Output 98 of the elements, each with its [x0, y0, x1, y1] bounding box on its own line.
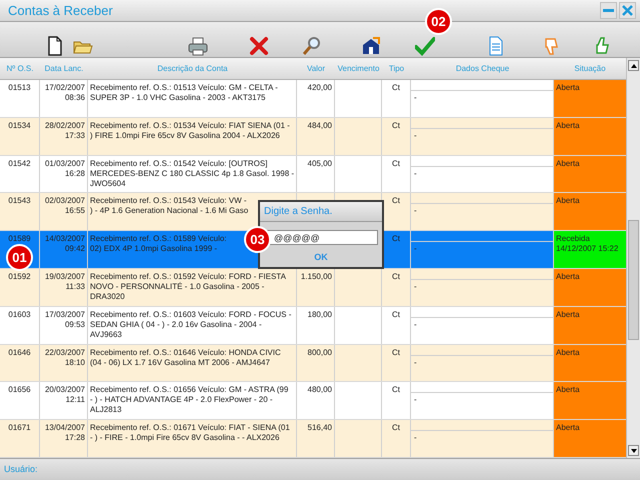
description-line: DRA3020 — [90, 292, 125, 302]
table-cell: 405,00 — [308, 158, 332, 168]
table-cell: 01589 — [8, 234, 31, 244]
table-cell: 800,00 — [308, 348, 332, 357]
table-cell: Ct — [392, 385, 400, 394]
table-cell-text: 14/03/2007 — [44, 234, 85, 244]
status-text: Aberta — [556, 310, 580, 320]
table-cell-text: 11:33 — [64, 282, 85, 292]
description-line: SEDAN GHIA ( 04 - ) - 2.0 16v Gasolina - 2004 - — [90, 320, 262, 330]
table-cell: Ct — [392, 158, 400, 168]
status-text: Aberta — [556, 385, 580, 396]
description-line: Recebimento ref. O.S.: 01603 Veículo: FORD - FOCUS - — [90, 310, 292, 320]
table-cell: 01543 — [8, 196, 31, 206]
table-cell: 01646 — [8, 348, 31, 357]
status-text: Aberta — [556, 272, 580, 282]
number-badge: 02 — [425, 8, 452, 35]
table-cell: Ct — [392, 234, 400, 244]
status-text: Recebida — [556, 234, 590, 244]
table-cell: 420,00 — [308, 83, 332, 92]
table-cell-text: - — [413, 243, 418, 254]
description-line: Recebimento ref. O.S.: 01542 Veículo: [OUTROS] — [90, 158, 268, 169]
table-cell-text: 17:28 — [64, 433, 85, 444]
table-cell-text: 02/03/2007 — [44, 196, 85, 206]
description-line: Recebimento ref. O.S.: 01646 Veículo: HONDA CIVIC — [90, 348, 281, 358]
table-cell: Ct — [392, 120, 400, 130]
description-line: - ) - HATCH ADVANTAGE 4P - 2.0 FlexPower - 20 - — [90, 395, 273, 406]
table-cell-text: 17/03/2007 — [44, 310, 85, 320]
description-line: (04 - 06) LX 1.7 16V Gasolina MT 2006 - AMJ4647 — [90, 358, 270, 368]
table-cell: 01603 — [8, 310, 31, 319]
table-cell-text: 18:10 — [64, 358, 85, 368]
description-line: JWO5604 — [90, 178, 126, 189]
table-cell-text: 09:53 — [64, 320, 85, 330]
table-cell: Ct — [392, 423, 400, 432]
description-line: Recebimento ref. O.S.: 01589 Veículo: — [90, 234, 227, 244]
table-cell-text: - — [413, 394, 418, 406]
table-cell: Ct — [392, 310, 400, 319]
table-cell: 01534 — [8, 120, 31, 130]
description-line: SUPER 3P - 1.0 VHC Gasolina - 2003 - AKT3175 — [90, 93, 266, 103]
table-cell-text: 19/03/2007 — [44, 272, 85, 282]
table-cell-text: 12:11 — [64, 395, 85, 406]
table-cell-text: 20/03/2007 — [44, 385, 85, 396]
table-cell-text: - — [413, 280, 418, 292]
description-line: Recebimento ref. O.S.: 01671 Veículo: FIAT - SIENA (01 — [90, 423, 290, 434]
table-cell: 484,00 — [308, 120, 332, 130]
table-cell-text: - — [413, 205, 418, 216]
table-cell-text: - — [413, 130, 418, 141]
description-line: 02) EDX 4P 1.0mpi Gasolina 1999 - — [90, 244, 218, 254]
description-line: AVJ9663 — [90, 330, 122, 340]
table-cell-text: 13/04/2007 — [44, 423, 85, 434]
table-cell: 01671 — [8, 423, 31, 432]
table-cell: Ct — [392, 196, 400, 206]
table-cell: 180,00 — [308, 310, 332, 319]
table-cell-text: - — [413, 92, 418, 103]
table-cell-text: 09:42 — [64, 244, 85, 254]
number-badge: 01 — [6, 244, 33, 272]
description-line: NOVO - PERSONNALITÉ - 1.0 Gasolina - 2005 - — [90, 282, 264, 292]
description-line: MERCEDES-BENZ C 180 CLASSIC 4p 1.8 Gasol. 1998 - — [90, 168, 294, 179]
status-text: Aberta — [556, 196, 580, 206]
table-cell-text: - — [413, 356, 418, 368]
description-line: - ) - FIRE - 1.0mpi Fire 65cv 8V Gasolina - - ALX2026 — [90, 433, 280, 444]
table-cell: Ct — [392, 83, 400, 92]
table-cell-text: 22/03/2007 — [44, 348, 85, 358]
status-label: Usuário: — [4, 462, 38, 476]
table-cell: Ct — [392, 272, 400, 281]
table-cell-text: - — [413, 318, 418, 330]
table-cell: 01513 — [8, 83, 31, 92]
description-line: Recebimento ref. O.S.: 01513 Veículo: GM - CELTA - — [90, 83, 278, 93]
table-cell-text: 16:28 — [64, 168, 85, 179]
description-line: Recebimento ref. O.S.: 01656 Veículo: GM - ASTRA (99 — [90, 385, 288, 396]
table-cell-text: 16:55 — [64, 206, 85, 216]
status-text: Aberta — [556, 83, 580, 93]
status-date: 14/12/2007 15:22 — [556, 244, 618, 254]
description-line: ) FIRE 1.0mpi Fire 65cv 8V Gasolina 2004 - ALX2026 — [90, 130, 280, 141]
table-cell-text: 17:33 — [64, 130, 85, 141]
table-cell: 1.150,00 — [300, 272, 332, 281]
description-line: Recebimento ref. O.S.: 01592 Veículo: FORD - FIESTA — [90, 272, 286, 282]
status-text: Aberta — [556, 423, 580, 434]
status-text: Aberta — [556, 158, 580, 169]
table-cell: 480,00 — [308, 385, 332, 394]
table-cell: Ct — [392, 348, 400, 357]
table-cell-text: 01/03/2007 — [44, 158, 85, 169]
table-cell-text: 17/02/2007 — [44, 83, 85, 93]
table-cell-text: - — [413, 168, 418, 179]
table-cell: 516,40 — [308, 423, 332, 432]
table-cell-text: - — [413, 432, 418, 444]
window-title: Contas à Receber — [8, 2, 113, 20]
status-text: Aberta — [556, 120, 580, 131]
status-text: Aberta — [556, 348, 580, 358]
table-cell-text: 28/02/2007 — [44, 120, 85, 131]
table-cell-text: 08:36 — [64, 93, 85, 103]
description-line: Recebimento ref. O.S.: 01534 Veículo: FIAT SIENA (01 - — [90, 120, 290, 131]
description-line: Recebimento ref. O.S.: 01543 Veículo: VW - — [90, 196, 247, 206]
table-cell: 01592 — [8, 272, 31, 281]
description-line: ALJ2813 — [90, 405, 122, 416]
description-line: ) - 4P 1.6 Generation Nacional - 1.6 Mi Gaso — [90, 206, 248, 216]
dialog-title: Digite a Senha. — [264, 205, 332, 219]
table-cell: 01542 — [8, 158, 31, 168]
table-cell: 01656 — [8, 385, 31, 394]
